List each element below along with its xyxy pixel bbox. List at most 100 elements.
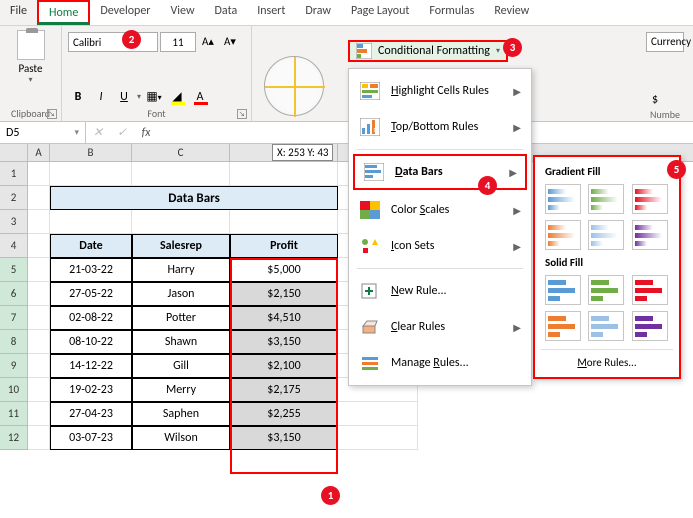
font-dialog-launcher[interactable]: ↘ (237, 109, 247, 119)
table-row[interactable]: 14-12-22 (50, 354, 132, 378)
group-number: Currency $ Numbe (640, 26, 690, 122)
table-header-date[interactable]: Date (50, 234, 132, 258)
table-row[interactable]: Gill (132, 354, 230, 378)
cf-newrule-item[interactable]: New Rule... (349, 273, 531, 309)
select-all-corner[interactable] (0, 144, 28, 161)
italic-button[interactable]: I (91, 87, 111, 107)
row-header-2[interactable]: 2 (0, 186, 28, 210)
tab-formulas[interactable]: Formulas (419, 0, 484, 25)
cf-databars-item[interactable]: Data Bars ▶ (353, 154, 527, 190)
table-row[interactable]: Shawn (132, 330, 230, 354)
table-row[interactable]: $5,000 (230, 258, 338, 282)
databar-solid-lightblue[interactable] (588, 311, 624, 341)
databar-gradient-purple[interactable] (632, 220, 668, 250)
row-header-4[interactable]: 4 (0, 234, 28, 258)
table-row[interactable]: 02-08-22 (50, 306, 132, 330)
fill-color-button[interactable]: ◢ (167, 87, 187, 107)
table-title[interactable]: Data Bars (50, 186, 338, 210)
cf-clearrules-item[interactable]: Clear Rules ▶ (349, 309, 531, 345)
decrease-font-button[interactable]: A▾ (220, 32, 240, 52)
underline-button[interactable]: U (114, 87, 134, 107)
cf-highlight-cells-item[interactable]: Highlight Cells Rules ▶ (349, 73, 531, 109)
increase-font-button[interactable]: A▴ (198, 32, 218, 52)
table-row[interactable]: Harry (132, 258, 230, 282)
row-header-1[interactable]: 1 (0, 162, 28, 186)
databar-solid-orange[interactable] (545, 311, 581, 341)
number-format-combo[interactable]: Currency (646, 32, 684, 52)
tab-file[interactable]: File (0, 0, 37, 25)
table-row[interactable]: 19-02-23 (50, 378, 132, 402)
cf-topbottom-item[interactable]: 10 Top/Bottom Rules ▶ (349, 109, 531, 145)
table-row[interactable]: Saphen (132, 402, 230, 426)
name-box[interactable]: D5 (0, 122, 86, 143)
table-row[interactable]: 08-10-22 (50, 330, 132, 354)
row-header-3[interactable]: 3 (0, 210, 28, 234)
table-row[interactable]: $2,150 (230, 282, 338, 306)
databars-more-rules[interactable]: More Rules... (541, 349, 673, 371)
font-name-combo[interactable] (68, 32, 158, 52)
row-header-7[interactable]: 7 (0, 306, 28, 330)
tab-home[interactable]: Home (37, 0, 90, 25)
conditional-formatting-button[interactable]: Conditional Formatting ▾ (348, 40, 508, 62)
accounting-button[interactable]: $ (646, 92, 664, 108)
cancel-formula-button[interactable]: ✕ (86, 125, 110, 140)
table-row[interactable]: Wilson (132, 426, 230, 450)
databar-solid-purple[interactable] (632, 311, 668, 341)
conditional-formatting-label: Conditional Formatting (378, 44, 490, 58)
font-color-button[interactable]: A (190, 87, 210, 107)
table-header-rep[interactable]: Salesrep (132, 234, 230, 258)
databar-solid-red[interactable] (632, 275, 668, 305)
tab-insert[interactable]: Insert (247, 0, 295, 25)
row-header-6[interactable]: 6 (0, 282, 28, 306)
table-row[interactable]: 03-07-23 (50, 426, 132, 450)
row-header-10[interactable]: 10 (0, 378, 28, 402)
table-row[interactable]: $2,100 (230, 354, 338, 378)
table-row[interactable]: $3,150 (230, 330, 338, 354)
col-header-C[interactable]: C (132, 144, 230, 161)
databar-gradient-lightblue[interactable] (588, 220, 624, 250)
paste-button[interactable]: Paste ▾ (6, 30, 55, 85)
enter-formula-button[interactable]: ✓ (110, 125, 134, 140)
tab-review[interactable]: Review (484, 0, 539, 25)
table-row[interactable]: $4,510 (230, 306, 338, 330)
tab-developer[interactable]: Developer (90, 0, 160, 25)
table-row[interactable]: Potter (132, 306, 230, 330)
col-header-A[interactable]: A (28, 144, 50, 161)
menu-label: Data Bars (395, 165, 443, 179)
table-header-profit[interactable]: Profit (230, 234, 338, 258)
cf-colorscales-item[interactable]: Color Scales ▶ (349, 192, 531, 228)
chevron-down-icon: ▾ (496, 46, 500, 56)
databar-gradient-orange[interactable] (545, 220, 581, 250)
tab-view[interactable]: View (160, 0, 204, 25)
databar-solid-blue[interactable] (545, 275, 581, 305)
cf-managerules-item[interactable]: Manage Rules... (349, 345, 531, 381)
table-row[interactable]: 27-04-23 (50, 402, 132, 426)
row-header-12[interactable]: 12 (0, 426, 28, 450)
cf-iconsets-item[interactable]: Icon Sets ▶ (349, 228, 531, 264)
databar-gradient-green[interactable] (588, 184, 624, 214)
table-row[interactable]: Jason (132, 282, 230, 306)
row-header-11[interactable]: 11 (0, 402, 28, 426)
table-row[interactable]: $3,150 (230, 426, 338, 450)
table-row[interactable]: $2,175 (230, 378, 338, 402)
table-row[interactable]: Merry (132, 378, 230, 402)
tab-data[interactable]: Data (205, 0, 248, 25)
table-row[interactable]: 27-05-22 (50, 282, 132, 306)
databar-gradient-red[interactable] (632, 184, 668, 214)
row-header-5[interactable]: 5 (0, 258, 28, 282)
table-row[interactable]: $2,255 (230, 402, 338, 426)
tab-pagelayout[interactable]: Page Layout (341, 0, 419, 25)
formula-bar-area: D5 ✕ ✓ fx (0, 122, 693, 144)
databar-gradient-blue[interactable] (545, 184, 581, 214)
bold-button[interactable]: B (68, 87, 88, 107)
borders-button[interactable]: ▦▾ (144, 87, 164, 107)
databar-solid-green[interactable] (588, 275, 624, 305)
font-size-combo[interactable] (160, 32, 196, 52)
table-row[interactable]: 21-03-22 (50, 258, 132, 282)
row-header-8[interactable]: 8 (0, 330, 28, 354)
row-header-9[interactable]: 9 (0, 354, 28, 378)
tab-draw[interactable]: Draw (295, 0, 341, 25)
col-header-B[interactable]: B (50, 144, 132, 161)
fx-button[interactable]: fx (134, 126, 158, 140)
clipboard-dialog-launcher[interactable]: ↘ (47, 109, 57, 119)
